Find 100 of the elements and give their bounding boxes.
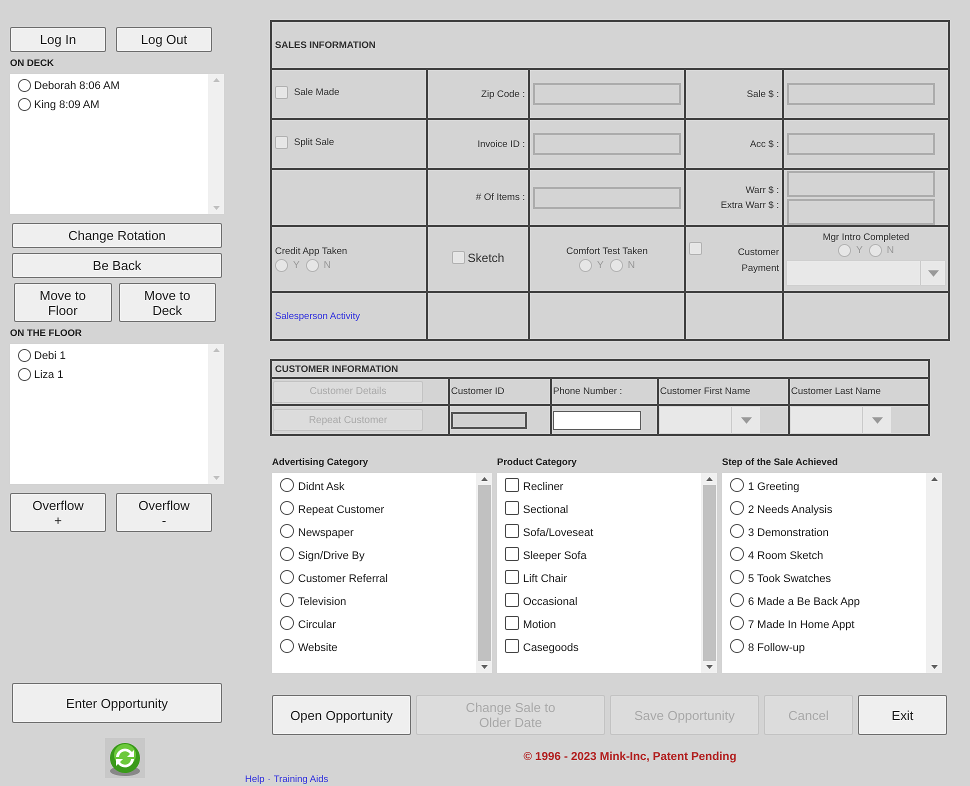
input-field[interactable]: [787, 198, 935, 224]
radio-button[interactable]: [730, 592, 744, 606]
scroll-up-icon[interactable]: [930, 477, 938, 481]
option-label: 8 Follow-up: [748, 642, 805, 654]
training-aids-link[interactable]: Training Aids: [274, 774, 328, 785]
radio-button[interactable]: [730, 570, 744, 584]
salesperson-activity-link[interactable]: Salesperson Activity: [275, 310, 360, 322]
input-field[interactable]: [533, 133, 681, 155]
checkbox-label: Customer Payment: [736, 246, 779, 276]
checkbox[interactable]: [275, 136, 288, 149]
refresh-icon[interactable]: [105, 738, 145, 778]
checkbox[interactable]: [505, 524, 519, 538]
radio-button[interactable]: [730, 638, 744, 652]
checkbox[interactable]: [505, 570, 519, 584]
scroll-down-icon[interactable]: [930, 665, 938, 669]
radio-button[interactable]: [306, 259, 319, 272]
move-button[interactable]: Move to Deck: [118, 283, 216, 322]
overflow-button[interactable]: Overflow -: [116, 493, 212, 532]
radio-button[interactable]: [730, 478, 744, 492]
radio-button[interactable]: [18, 349, 31, 362]
radio-button[interactable]: [280, 524, 294, 538]
option-label: N: [628, 260, 635, 271]
copyright-text: © 1996 - 2023 Mink-Inc, Patent Pending: [522, 751, 738, 763]
scrollbar-thumb[interactable]: [702, 485, 716, 661]
radio-button[interactable]: [18, 368, 31, 381]
session-button[interactable]: Log Out: [116, 27, 212, 52]
checkbox[interactable]: [505, 616, 519, 630]
radio-button[interactable]: [280, 616, 294, 630]
move-button[interactable]: Move to Floor: [14, 283, 112, 322]
checkbox-label: Split Sale: [294, 137, 334, 148]
input-field[interactable]: [787, 133, 935, 155]
radio-button[interactable]: [868, 244, 882, 257]
field-label: Sale $ :: [746, 88, 779, 100]
question-label: Comfort Test Taken: [566, 246, 648, 257]
radio-button[interactable]: [280, 546, 294, 560]
section-label: Advertising Category: [272, 457, 370, 468]
option-label: Sign/Drive By: [298, 550, 365, 562]
radio-button[interactable]: [18, 98, 31, 111]
scrollbar-thumb[interactable]: [478, 485, 490, 661]
salesperson-name: Debi 1: [34, 350, 66, 362]
radio-button[interactable]: [610, 259, 623, 272]
option-label: Motion: [523, 618, 556, 630]
radio-button[interactable]: [280, 500, 294, 514]
rotation-button[interactable]: Be Back: [12, 253, 222, 278]
radio-button[interactable]: [730, 524, 744, 538]
enter-opportunity-button[interactable]: Enter Opportunity: [12, 683, 222, 723]
option-label: 4 Room Sketch: [748, 550, 824, 562]
option-label: Occasional: [523, 596, 578, 608]
column-header: Phone Number :: [553, 386, 622, 397]
scroll-down-icon[interactable]: [480, 665, 488, 669]
radio-button[interactable]: [838, 244, 852, 257]
input-field[interactable]: [533, 83, 681, 105]
radio-button[interactable]: [730, 616, 744, 630]
option-label: Y: [597, 260, 604, 271]
checkbox[interactable]: [505, 478, 519, 492]
question-label: Mgr Intro Completed: [822, 232, 910, 243]
checkbox[interactable]: [505, 500, 519, 514]
checkbox[interactable]: [275, 86, 288, 99]
scroll-down-icon[interactable]: [706, 665, 712, 669]
option-label: Casegoods: [523, 642, 579, 654]
option-label: 3 Demonstration: [748, 526, 829, 538]
overflow-button[interactable]: Overflow +: [10, 493, 106, 532]
checkbox[interactable]: [505, 546, 519, 560]
checkbox[interactable]: [452, 251, 465, 264]
section-label: Step of the Sale Achieved: [722, 457, 839, 468]
radio-button[interactable]: [275, 259, 288, 272]
option-label: 5 Took Swatches: [748, 572, 831, 584]
option-label: Television: [298, 596, 346, 608]
input-field[interactable]: [533, 186, 681, 208]
radio-button[interactable]: [730, 500, 744, 514]
separator-text: ·: [268, 774, 271, 785]
option-label: Sleeper Sofa: [523, 550, 587, 562]
radio-button[interactable]: [280, 592, 294, 606]
action-button[interactable]: Exit: [858, 695, 947, 735]
section-label: Product Category: [497, 457, 578, 468]
rotation-button[interactable]: Change Rotation: [12, 223, 222, 248]
radio-button[interactable]: [579, 259, 592, 272]
help-link[interactable]: Help: [245, 774, 265, 785]
checkbox[interactable]: [505, 592, 519, 606]
option-label: Lift Chair: [523, 572, 568, 584]
input-field[interactable]: [787, 83, 935, 105]
customer-id-field[interactable]: [451, 412, 527, 428]
input-field[interactable]: [787, 170, 935, 196]
column-header: Customer Last Name: [791, 386, 881, 397]
checkbox[interactable]: [505, 638, 519, 652]
radio-button[interactable]: [280, 570, 294, 584]
radio-button[interactable]: [280, 478, 294, 492]
scroll-up-icon[interactable]: [480, 477, 488, 481]
phone-field[interactable]: [553, 410, 641, 430]
field-label: Extra Warr $ :: [720, 200, 779, 210]
checkbox[interactable]: [689, 242, 702, 254]
scroll-up-icon[interactable]: [706, 477, 712, 481]
radio-button[interactable]: [18, 79, 31, 92]
field-label: # Of Items :: [476, 192, 525, 203]
radio-button[interactable]: [280, 638, 294, 652]
section-label: ON THE FLOOR: [10, 328, 83, 339]
radio-button[interactable]: [730, 546, 744, 560]
session-button[interactable]: Log In: [10, 27, 106, 52]
option-label: Sectional: [523, 504, 568, 516]
action-button[interactable]: Open Opportunity: [272, 695, 411, 735]
